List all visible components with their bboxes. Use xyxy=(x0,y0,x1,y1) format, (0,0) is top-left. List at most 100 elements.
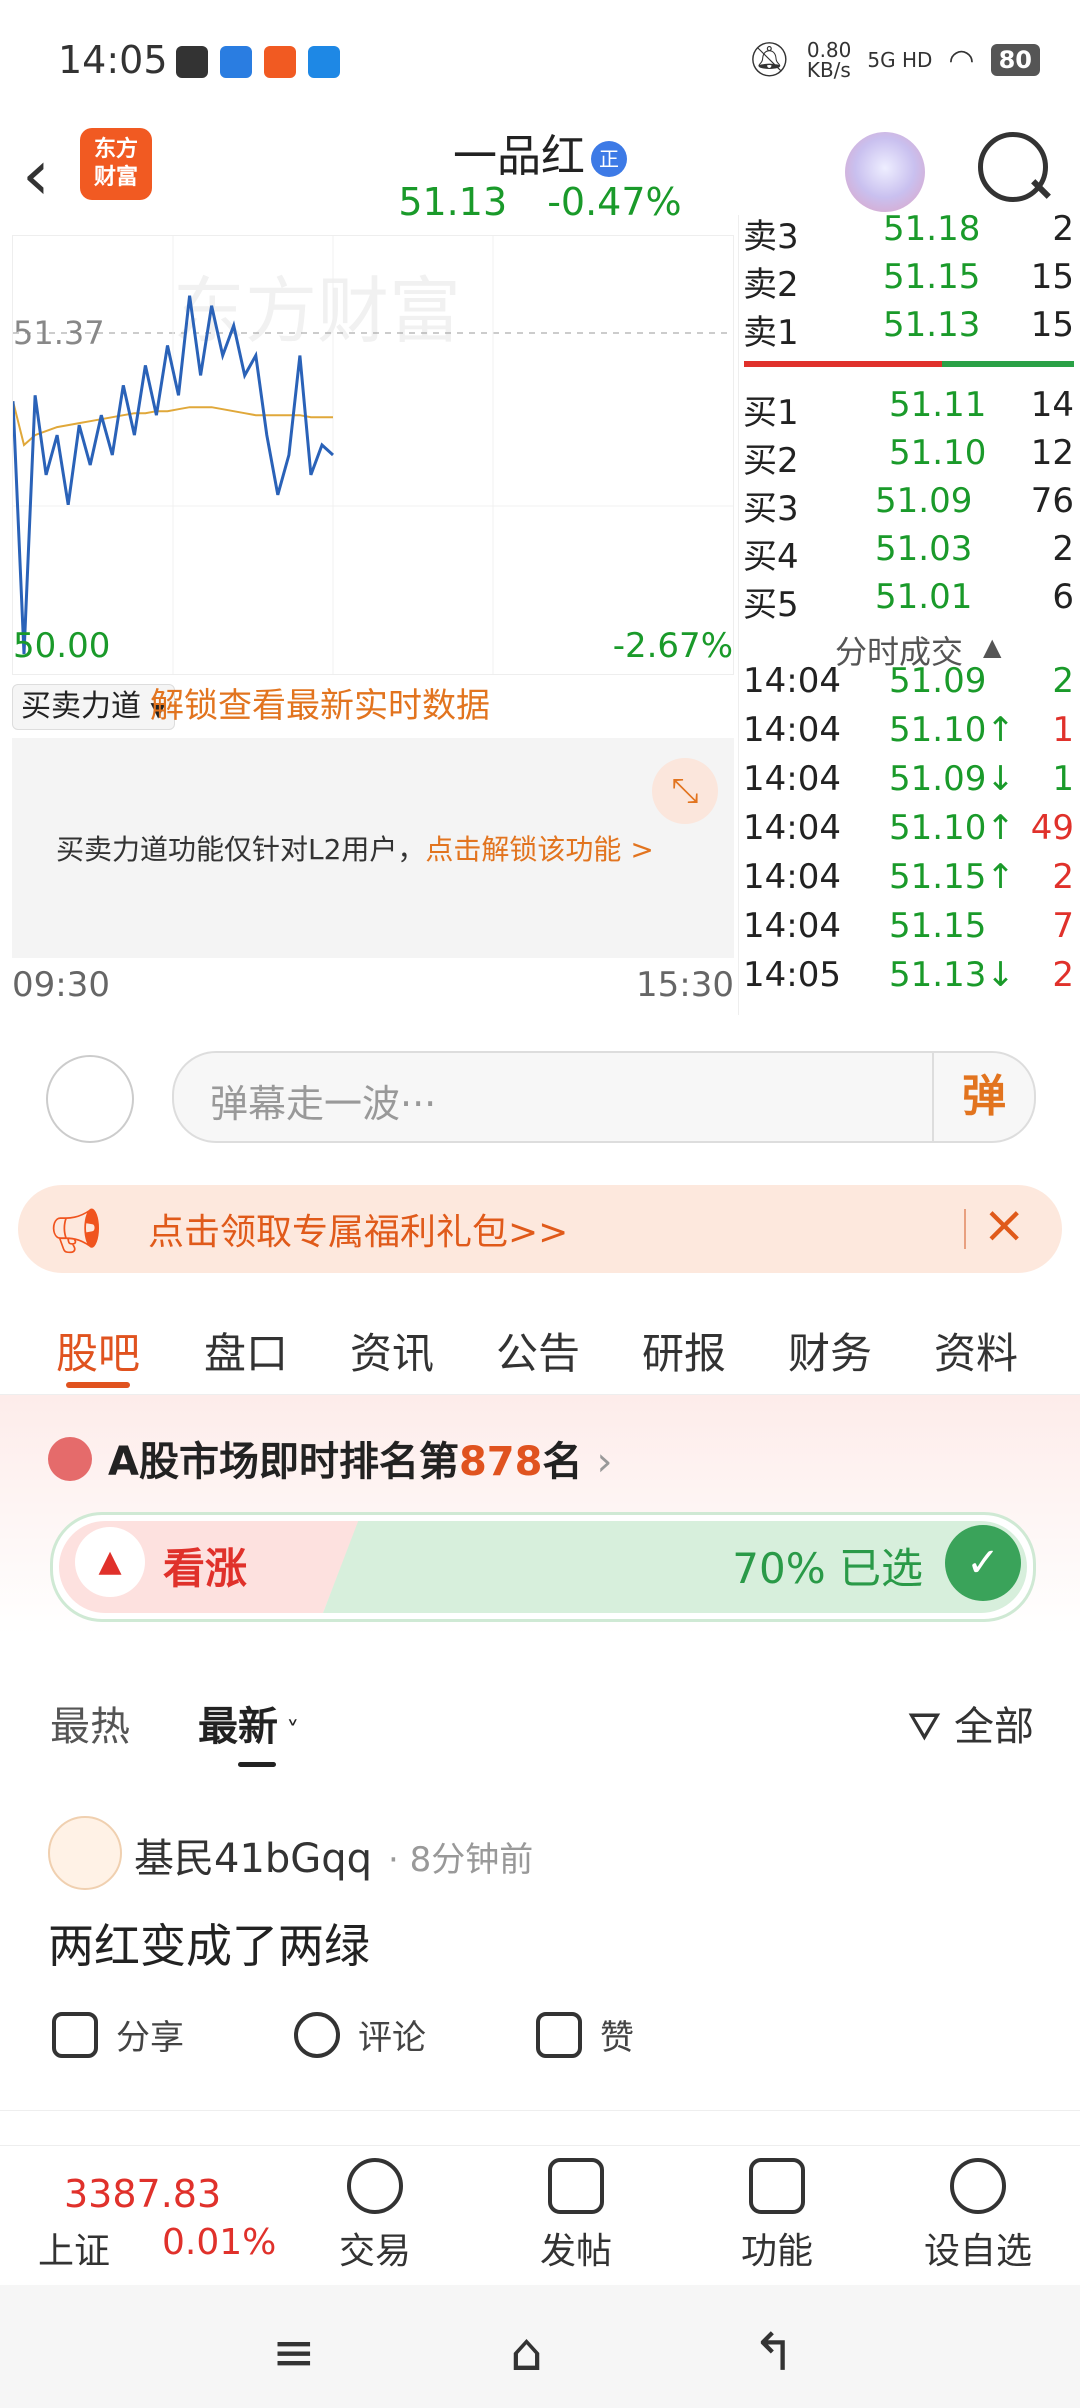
buy-price: 51.01 xyxy=(875,577,973,617)
comment-label: 评论 xyxy=(358,2018,426,2058)
sell-label: 卖3 xyxy=(743,217,799,257)
app-notification-icon xyxy=(308,46,340,78)
buy-price: 51.09 xyxy=(875,481,973,521)
sort-hot[interactable]: 最热 xyxy=(50,1694,130,1752)
bullish-label: 看涨 xyxy=(163,1544,248,1593)
status-bar: 14:05 🔕︎ 0.80 KB/s 5G HD ◠ 80 xyxy=(0,0,1080,120)
share-button[interactable]: 分享 xyxy=(52,2010,184,2059)
danmaku-bar: 弹幕走一波··· 弹 xyxy=(0,1015,1080,1175)
post-username[interactable]: 基民41bGqq xyxy=(134,1826,372,1884)
tab-pankou[interactable]: 盘口 xyxy=(204,1320,288,1381)
sell-price: 51.13 xyxy=(883,305,981,345)
tab-announcements[interactable]: 公告 xyxy=(496,1320,580,1381)
sell-price: 51.18 xyxy=(883,209,981,249)
market-rank[interactable]: A股市场即时排名第878名 › xyxy=(108,1429,612,1487)
unlock-realtime-link[interactable]: 解锁查看最新实时数据 xyxy=(150,684,490,728)
danmaku-send-button[interactable]: 弹 xyxy=(932,1053,1034,1141)
trade-row: 14:04 51.15 7 xyxy=(739,906,1074,954)
tab-news[interactable]: 资讯 xyxy=(350,1320,434,1381)
promo-banner[interactable]: 📢︎ 点击领取专属福利礼包>> × xyxy=(18,1185,1062,1273)
trade-time: 14:04 xyxy=(743,808,841,848)
danmaku-input[interactable]: 弹幕走一波··· 弹 xyxy=(172,1051,1036,1143)
sell-label: 卖1 xyxy=(743,313,799,353)
order-book: 卖3 51.18 2 卖2 51.15 15 卖1 51.13 15 买1 51.11 14 买… xyxy=(738,209,1080,1015)
back-nav-icon[interactable]: ↰ xyxy=(752,2323,796,2383)
trade-time: 14:04 xyxy=(743,759,841,799)
buy-label: 买3 xyxy=(743,489,799,529)
content-tabs: 股吧 盘口 资讯 公告 研报 财务 资料 xyxy=(0,1290,1080,1395)
axis-start-time: 09:30 xyxy=(12,965,110,1005)
sort-latest-label: 最新 xyxy=(198,1704,278,1750)
buy-volume: 76 xyxy=(1030,481,1074,521)
buy-label: 买5 xyxy=(743,585,799,625)
ref-price-label: 51.37 xyxy=(13,314,105,352)
trade-row: 14:05 51.13↓ 2 xyxy=(739,955,1074,1003)
filter-button[interactable]: ⛛ 全部 xyxy=(908,1694,1034,1752)
trade-row: 14:04 51.10↑ 49 xyxy=(739,808,1074,856)
nav-functions[interactable]: 功能 xyxy=(707,2158,847,2274)
tab-guba[interactable]: 股吧 xyxy=(56,1320,140,1381)
danmaku-settings-icon[interactable] xyxy=(46,1055,134,1143)
avatar[interactable] xyxy=(48,1816,122,1890)
promo-divider xyxy=(964,1209,966,1249)
nav-post[interactable]: 发帖 xyxy=(506,2158,646,2274)
tab-research[interactable]: 研报 xyxy=(642,1320,726,1381)
trade-price: 51.09 xyxy=(889,661,987,701)
ratio-bar-sell xyxy=(744,361,942,367)
tab-finance[interactable]: 财务 xyxy=(788,1320,872,1381)
power-row: 买卖力道 ▼ 解锁查看最新实时数据 xyxy=(12,680,734,734)
axis-end-time: 15:30 xyxy=(636,965,734,1005)
promo-text[interactable]: 点击领取专属福利礼包>> xyxy=(148,1203,568,1255)
post-card[interactable]: 基民41bGqq · 8分钟前 两红变成了两绿 分享 评论 赞 xyxy=(0,1810,1080,2111)
edit-icon xyxy=(548,2158,604,2214)
buy-price: 51.11 xyxy=(889,385,987,425)
change-percent: -0.47% xyxy=(547,180,682,224)
sort-latest[interactable]: 最新 ˅ xyxy=(198,1694,299,1752)
buy-volume: 14 xyxy=(1030,385,1074,425)
rank-prefix: A股市场即时排名第 xyxy=(108,1439,459,1485)
like-button[interactable]: 赞 xyxy=(536,2010,634,2059)
thumbs-up-icon xyxy=(536,2011,582,2058)
index-change[interactable]: 0.01% xyxy=(162,2222,276,2263)
buy-row-3: 买3 51.09 76 xyxy=(739,481,1074,529)
search-icon[interactable] xyxy=(978,132,1048,202)
share-icon xyxy=(52,2011,98,2058)
sell-volume: 2 xyxy=(1052,209,1074,249)
trade-time: 14:04 xyxy=(743,906,841,946)
status-time: 14:05 xyxy=(58,38,168,82)
trade-time: 14:04 xyxy=(743,710,841,750)
net-speed: 0.80 KB/s xyxy=(806,38,852,82)
sell-row-3: 卖3 51.18 2 xyxy=(739,209,1074,257)
sell-price: 51.15 xyxy=(883,257,981,297)
badge-icon: 正 xyxy=(591,141,627,177)
index-name[interactable]: 上证 xyxy=(38,2222,110,2274)
post-time: · 8分钟前 xyxy=(388,1840,534,1880)
sell-row-1: 卖1 51.13 15 xyxy=(739,305,1074,353)
filter-icon: ⛛ xyxy=(907,1704,942,1750)
assistant-robot-icon[interactable] xyxy=(845,132,925,212)
low-price-label: 50.00 xyxy=(13,626,111,666)
trade-price: 51.15↑ xyxy=(889,857,1015,897)
trade-volume: 2 xyxy=(1052,955,1074,995)
trade-row: 14:04 51.15↑ 2 xyxy=(739,857,1074,905)
index-value[interactable]: 3387.83 xyxy=(64,2172,221,2216)
network-label: 5G HD xyxy=(867,48,933,72)
trade-row: 14:04 51.09 2 xyxy=(739,661,1074,709)
post-content[interactable]: 两红变成了两绿 xyxy=(48,1910,370,1976)
buy-price: 51.10 xyxy=(889,433,987,473)
menu-icon[interactable]: ≡ xyxy=(272,2323,316,2383)
nav-add-watchlist[interactable]: 设自选 xyxy=(908,2158,1048,2274)
home-icon[interactable]: ⌂ xyxy=(510,2323,543,2383)
filter-label: 全部 xyxy=(954,1704,1034,1750)
trade-price: 51.13↓ xyxy=(889,955,1015,995)
comment-button[interactable]: 评论 xyxy=(294,2010,426,2059)
nav-trade[interactable]: 交易 xyxy=(305,2158,445,2274)
sell-label: 卖2 xyxy=(743,265,799,305)
unlock-feature-link[interactable]: 点击解锁该功能 > xyxy=(425,833,653,866)
tab-profile[interactable]: 资料 xyxy=(934,1320,1018,1381)
expand-icon[interactable]: ⤡ xyxy=(652,758,718,824)
chevron-right-icon: › xyxy=(596,1439,613,1485)
buy-label: 买1 xyxy=(743,393,799,433)
close-icon[interactable]: × xyxy=(982,1195,1026,1255)
trade-row: 14:04 51.09↓ 1 xyxy=(739,759,1074,807)
